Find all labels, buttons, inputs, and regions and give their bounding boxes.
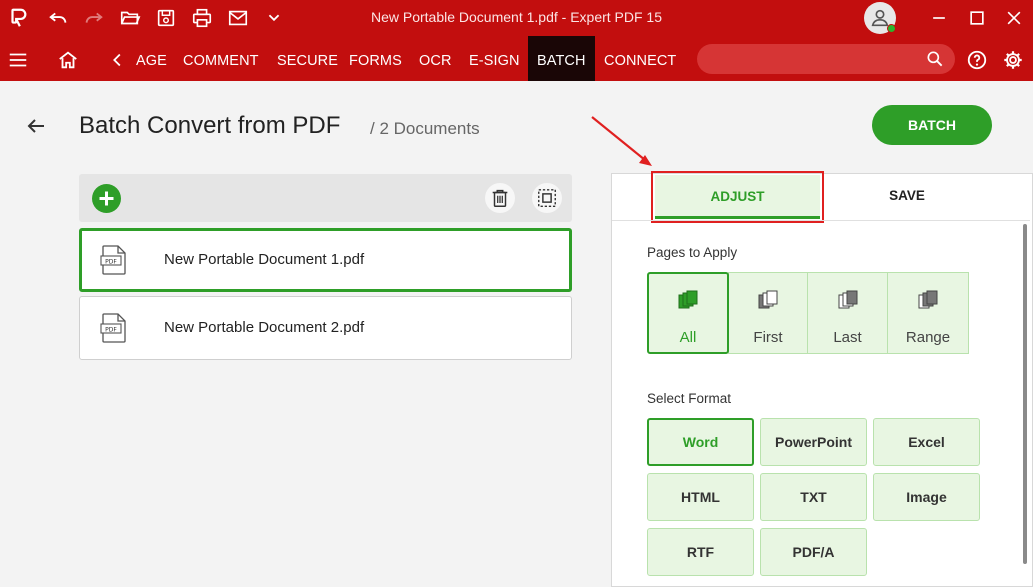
select-all-icon bbox=[538, 189, 556, 207]
undo-icon[interactable] bbox=[46, 6, 70, 30]
svg-text:PDF: PDF bbox=[105, 258, 117, 265]
maximize-icon bbox=[970, 11, 984, 25]
panel-scrollbar[interactable] bbox=[1023, 224, 1027, 564]
menu-item-connect[interactable]: CONNECT bbox=[604, 36, 676, 81]
page-option-all[interactable]: All bbox=[647, 272, 729, 354]
redo-icon[interactable] bbox=[82, 6, 106, 30]
file-name: New Portable Document 1.pdf bbox=[164, 251, 365, 268]
chevron-left-icon[interactable] bbox=[106, 48, 130, 72]
page-option-first[interactable]: First bbox=[728, 272, 808, 354]
pdf-file-icon: PDF bbox=[100, 244, 128, 276]
svg-text:PDF: PDF bbox=[105, 326, 117, 333]
add-file-button[interactable] bbox=[92, 184, 121, 213]
menu-item-ocr[interactable]: OCR bbox=[419, 36, 452, 81]
format-pdfa-button[interactable]: PDF/A bbox=[760, 528, 867, 576]
pages-last-icon bbox=[808, 288, 887, 312]
file-row[interactable]: PDF New Portable Document 2.pdf bbox=[79, 296, 572, 360]
format-excel-button[interactable]: Excel bbox=[873, 418, 980, 466]
chevron-down-icon[interactable] bbox=[262, 6, 286, 30]
menu-bar: AGE COMMENT SECURE FORMS OCR E-SIGN BATC… bbox=[0, 36, 1033, 81]
menu-item-secure[interactable]: SECURE bbox=[277, 36, 338, 81]
plus-icon bbox=[99, 191, 114, 206]
page-option-label: Range bbox=[905, 329, 951, 346]
pages-first-icon bbox=[729, 288, 807, 312]
minimize-icon bbox=[933, 17, 945, 19]
search-box[interactable] bbox=[697, 44, 955, 74]
menu-item-comment[interactable]: COMMENT bbox=[183, 36, 259, 81]
print-icon[interactable] bbox=[190, 6, 214, 30]
pages-all-icon bbox=[649, 288, 727, 312]
format-word-button[interactable]: Word bbox=[647, 418, 754, 466]
delete-button[interactable] bbox=[485, 183, 515, 213]
file-row[interactable]: PDF New Portable Document 1.pdf bbox=[79, 228, 572, 292]
pages-to-apply-label: Pages to Apply bbox=[647, 245, 738, 260]
page-title: Batch Convert from PDF bbox=[79, 112, 341, 139]
page-option-last[interactable]: Last bbox=[807, 272, 888, 354]
tab-save[interactable]: SAVE bbox=[824, 188, 990, 203]
format-powerpoint-button[interactable]: PowerPoint bbox=[760, 418, 867, 466]
save-icon[interactable] bbox=[154, 6, 178, 30]
select-format-label: Select Format bbox=[647, 391, 732, 406]
app-logo-icon bbox=[6, 6, 30, 30]
search-icon[interactable] bbox=[925, 49, 945, 74]
minimize-button[interactable] bbox=[926, 6, 952, 30]
user-avatar[interactable] bbox=[864, 2, 896, 34]
format-txt-button[interactable]: TXT bbox=[760, 473, 867, 521]
file-name: New Portable Document 2.pdf bbox=[164, 319, 365, 336]
batch-button[interactable]: BATCH bbox=[872, 105, 992, 145]
help-icon[interactable] bbox=[965, 48, 989, 72]
pages-range-icon bbox=[888, 288, 968, 312]
online-status-dot bbox=[887, 24, 896, 33]
page-option-label: Last bbox=[833, 329, 862, 346]
page-option-label: All bbox=[679, 329, 697, 346]
close-icon bbox=[1007, 11, 1021, 25]
settings-panel bbox=[611, 173, 1033, 587]
back-arrow-icon[interactable] bbox=[24, 114, 48, 138]
tab-adjust[interactable]: ADJUST bbox=[651, 171, 824, 223]
search-input[interactable] bbox=[711, 49, 911, 69]
format-html-button[interactable]: HTML bbox=[647, 473, 754, 521]
pdf-file-icon: PDF bbox=[100, 312, 128, 344]
tab-divider bbox=[612, 220, 1030, 221]
close-button[interactable] bbox=[1001, 6, 1027, 30]
menu-item-e-sign[interactable]: E-SIGN bbox=[469, 36, 520, 81]
page-option-range[interactable]: Range bbox=[887, 272, 969, 354]
file-list-toolbar bbox=[79, 174, 572, 222]
hamburger-menu-icon[interactable] bbox=[6, 48, 30, 72]
format-rtf-button[interactable]: RTF bbox=[647, 528, 754, 576]
menu-item-forms[interactable]: FORMS bbox=[349, 36, 402, 81]
maximize-button[interactable] bbox=[964, 6, 990, 30]
home-icon[interactable] bbox=[56, 48, 80, 72]
document-count: / 2 Documents bbox=[370, 119, 480, 138]
select-all-button[interactable] bbox=[532, 183, 562, 213]
mail-icon[interactable] bbox=[226, 6, 250, 30]
trash-icon bbox=[492, 189, 508, 207]
menu-item-batch[interactable]: BATCH bbox=[528, 36, 595, 81]
format-image-button[interactable]: Image bbox=[873, 473, 980, 521]
title-bar: New Portable Document 1.pdf - Expert PDF… bbox=[0, 0, 1033, 36]
menu-item-page[interactable]: AGE bbox=[136, 36, 167, 81]
open-folder-icon[interactable] bbox=[118, 6, 142, 30]
page-option-label: First bbox=[753, 329, 783, 346]
gear-icon[interactable] bbox=[1001, 48, 1025, 72]
tab-adjust-label: ADJUST bbox=[710, 189, 765, 204]
